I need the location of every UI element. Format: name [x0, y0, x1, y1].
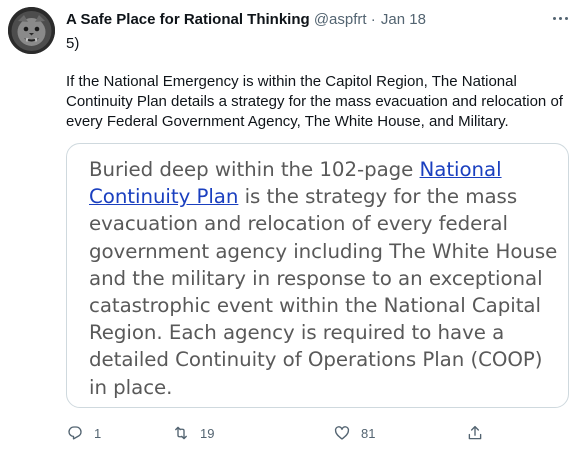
lion-avatar-image — [8, 7, 55, 54]
more-options-icon[interactable] — [549, 10, 571, 26]
handle[interactable]: @aspfrt — [314, 11, 367, 28]
action-bar: 1 19 81 — [66, 424, 506, 444]
separator-dot: · — [370, 11, 376, 28]
reply-icon — [68, 426, 82, 440]
avatar[interactable] — [8, 7, 55, 54]
retweet-button[interactable]: 19 — [172, 424, 214, 442]
quote-text-after: is the strategy for the mass evacuation … — [89, 185, 558, 399]
media-image[interactable]: Buried deep within the 102-page National… — [66, 143, 569, 408]
quote-text: Buried deep within the 102-page National… — [89, 156, 559, 401]
tweet-date[interactable]: Jan 18 — [381, 11, 426, 28]
like-count: 81 — [361, 425, 376, 441]
tweet-header: A Safe Place for Rational Thinking @aspf… — [66, 10, 426, 29]
tweet-text: If the National Emergency is within the … — [66, 73, 563, 130]
share-button[interactable] — [466, 424, 484, 442]
retweet-icon — [175, 426, 187, 440]
thread-number: 5) — [66, 35, 80, 52]
like-button[interactable]: 81 — [333, 424, 375, 442]
retweet-count: 19 — [200, 425, 215, 441]
display-name[interactable]: A Safe Place for Rational Thinking — [66, 11, 310, 28]
heart-icon — [334, 426, 350, 440]
quote-text-before: Buried deep within the 102-page — [89, 158, 420, 181]
share-icon — [468, 425, 482, 440]
reply-button[interactable]: 1 — [66, 424, 101, 442]
reply-count: 1 — [94, 425, 102, 441]
tweet[interactable]: A Safe Place for Rational Thinking @aspf… — [0, 0, 585, 458]
